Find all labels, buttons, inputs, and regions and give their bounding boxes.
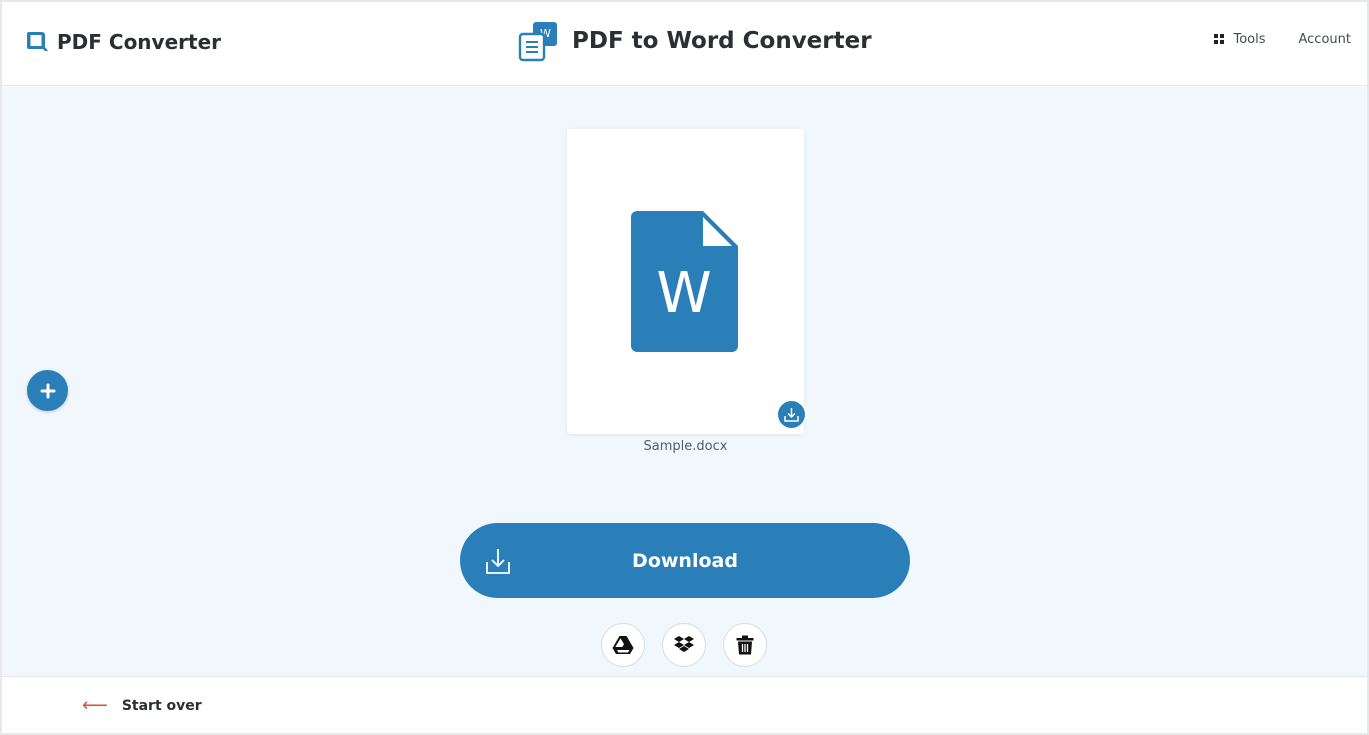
cloud-actions [601, 623, 784, 667]
nav-tools[interactable]: Tools [1214, 32, 1266, 47]
brand-logo-icon [27, 32, 48, 51]
grid-icon [1214, 34, 1225, 44]
save-to-dropbox-button[interactable] [662, 623, 706, 667]
start-over-button[interactable]: ⟵ Start over [82, 697, 202, 715]
top-nav: Tools Account [1181, 32, 1351, 47]
footer: ⟵ Start over [2, 676, 1367, 733]
brand-name: PDF Converter [57, 30, 221, 54]
page-title: PDF to Word Converter [572, 28, 872, 54]
pdf-to-word-icon: W [518, 22, 557, 62]
page-heading: W PDF to Word Converter [516, 20, 872, 62]
file-name: Sample.docx [643, 439, 728, 454]
word-document-icon: W [631, 211, 738, 352]
add-file-button[interactable] [27, 370, 68, 411]
nav-tools-label: Tools [1233, 32, 1266, 47]
download-icon [486, 549, 510, 574]
arrow-left-icon: ⟵ [82, 695, 108, 716]
header: PDF Converter W PDF to Word Converter To… [2, 2, 1367, 86]
download-label: Download [632, 549, 738, 572]
main-area: W Sample.docx Download [2, 87, 1367, 676]
delete-button[interactable] [723, 623, 767, 667]
google-drive-icon [612, 636, 634, 654]
card-download-button[interactable] [776, 399, 807, 430]
nav-account[interactable]: Account [1299, 32, 1352, 47]
save-to-google-drive-button[interactable] [601, 623, 645, 667]
word-icon-letter: W [656, 261, 711, 326]
nav-account-label: Account [1298, 32, 1352, 47]
download-button[interactable]: Download [460, 523, 910, 598]
file-card[interactable]: W [567, 129, 807, 434]
download-icon [784, 408, 799, 422]
plus-icon [40, 383, 55, 398]
trash-icon [736, 635, 754, 655]
start-over-label: Start over [121, 698, 202, 714]
dropbox-icon [674, 636, 694, 652]
brand[interactable]: PDF Converter [26, 30, 221, 54]
